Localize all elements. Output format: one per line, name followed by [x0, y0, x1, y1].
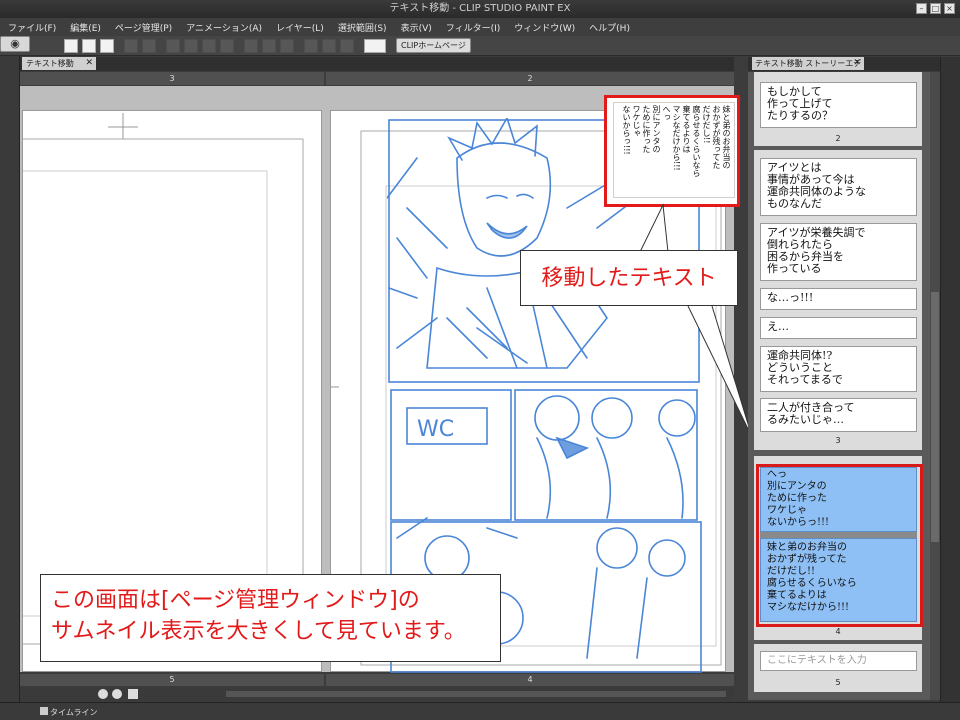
story-page-label: 4 — [835, 627, 841, 636]
callout-moved-text: 移動したテキスト — [520, 250, 738, 306]
story-text-box[interactable]: もしかして 作って上げて たりするの？ — [760, 82, 917, 128]
story-text-box[interactable]: え… — [760, 317, 917, 339]
story-text-box[interactable]: 二人が付き合って るみたいじゃ… — [760, 398, 917, 432]
story-text-box[interactable]: 運命共同体!? どういうこと それってまるで — [760, 346, 917, 392]
app-window: テキスト移動 - CLIP STUDIO PAINT EX – □ × ファイル… — [0, 0, 960, 720]
timeline-label[interactable]: タイムライン — [50, 707, 97, 718]
story-text-box[interactable]: アイツとは 事情があって今は 運命共同体のような ものなんだ — [760, 158, 917, 216]
story-page-label: 3 — [835, 436, 841, 445]
story-editor-scrollbar[interactable] — [930, 72, 940, 700]
scroll-thumb[interactable] — [931, 292, 939, 542]
close-story-tab-icon[interactable]: ✕ — [853, 57, 861, 70]
callout-note: この画面は[ページ管理ウィンドウ]の サムネイル表示を大きくして見ています。 — [40, 574, 501, 662]
story-text-box[interactable]: な…っ!!! — [760, 288, 917, 310]
timeline-icon — [40, 707, 48, 715]
story-page-label: 5 — [835, 678, 841, 687]
right-edge-strip — [940, 57, 960, 702]
callout-note-line2: サムネイル表示を大きくして見ています。 — [51, 619, 466, 644]
timeline-bar: タイムライン — [0, 702, 960, 720]
highlight-frame — [756, 464, 923, 627]
new-text-input[interactable]: ここにテキストを入力 — [760, 651, 917, 671]
story-editor-tab[interactable]: テキスト移動 ストーリーエディター ✕ — [752, 57, 864, 81]
story-page-label: 2 — [835, 134, 841, 143]
story-text-box[interactable]: アイツが栄養失調で 倒れられたら 困るから弁当を 作っている — [760, 223, 917, 281]
callout-note-line1: この画面は[ページ管理ウィンドウ]の — [51, 588, 420, 613]
